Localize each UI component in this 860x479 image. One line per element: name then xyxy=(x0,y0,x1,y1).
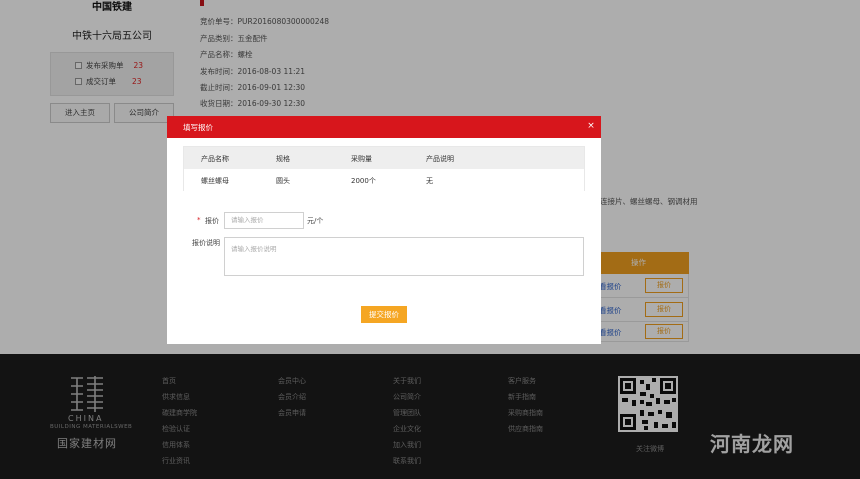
table-cell: 圆头 xyxy=(276,177,290,185)
dialog-header: 填写报价 × xyxy=(167,116,601,138)
description-textarea[interactable]: 请输入报价说明 xyxy=(224,237,584,276)
table-cell: 螺丝螺母 xyxy=(201,177,229,185)
price-unit: 元/个 xyxy=(307,217,324,225)
description-label: 报价说明 xyxy=(192,239,220,247)
price-input[interactable]: 请输入报价 xyxy=(224,212,304,229)
product-table: 产品名称 规格 采购量 产品说明 螺丝螺母 圆头 2000个 无 xyxy=(183,146,585,191)
table-row: 螺丝螺母 圆头 2000个 无 xyxy=(184,169,584,191)
column-header: 产品说明 xyxy=(426,155,454,163)
column-header: 规格 xyxy=(276,155,290,163)
required-mark: * xyxy=(197,216,201,224)
submit-quote-button[interactable]: 提交报价 xyxy=(361,306,407,323)
dialog-title: 填写报价 xyxy=(183,123,213,132)
table-header-row: 产品名称 规格 采购量 产品说明 xyxy=(184,147,584,169)
price-label: 报价 xyxy=(205,217,219,225)
table-cell: 2000个 xyxy=(351,177,376,185)
close-icon[interactable]: × xyxy=(585,120,597,132)
quote-dialog: 填写报价 × 产品名称 规格 采购量 产品说明 螺丝螺母 圆头 2000个 无 … xyxy=(167,116,601,344)
table-cell: 无 xyxy=(426,177,433,185)
column-header: 产品名称 xyxy=(201,155,229,163)
column-header: 采购量 xyxy=(351,155,372,163)
